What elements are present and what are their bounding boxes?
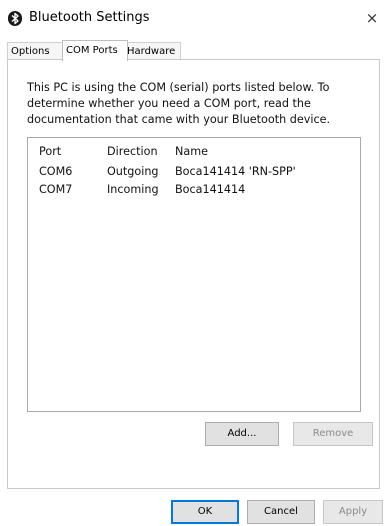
apply-button[interactable]: Apply <box>323 500 383 524</box>
tab-com-ports[interactable]: COM Ports <box>62 40 128 61</box>
remove-button[interactable]: Remove <box>293 422 373 446</box>
com-ports-description: This PC is using the COM (serial) ports … <box>27 81 331 126</box>
direction-cell: Incoming <box>107 183 159 196</box>
bluetooth-icon <box>8 11 22 26</box>
port-cell: COM7 <box>39 183 73 196</box>
ok-button[interactable]: OK <box>171 500 239 524</box>
column-header-port[interactable]: Port <box>39 145 61 158</box>
com-ports-list[interactable]: Port Direction Name COM6 Outgoing Boca14… <box>27 137 361 412</box>
name-cell: Boca141414 'RN-SPP' <box>175 165 296 178</box>
tab-hardware[interactable]: Hardware <box>123 42 181 60</box>
window-title: Bluetooth Settings <box>29 10 150 25</box>
direction-cell: Outgoing <box>107 165 159 178</box>
title-bar: Bluetooth Settings × <box>0 0 387 37</box>
tab-options[interactable]: Options <box>7 42 65 60</box>
add-button[interactable]: Add... <box>205 422 279 446</box>
port-cell: COM6 <box>39 165 73 178</box>
name-cell: Boca141414 <box>175 183 246 196</box>
close-icon[interactable]: × <box>357 0 387 37</box>
column-header-name[interactable]: Name <box>175 145 208 158</box>
cancel-button[interactable]: Cancel <box>247 500 315 524</box>
column-header-direction[interactable]: Direction <box>107 145 158 158</box>
